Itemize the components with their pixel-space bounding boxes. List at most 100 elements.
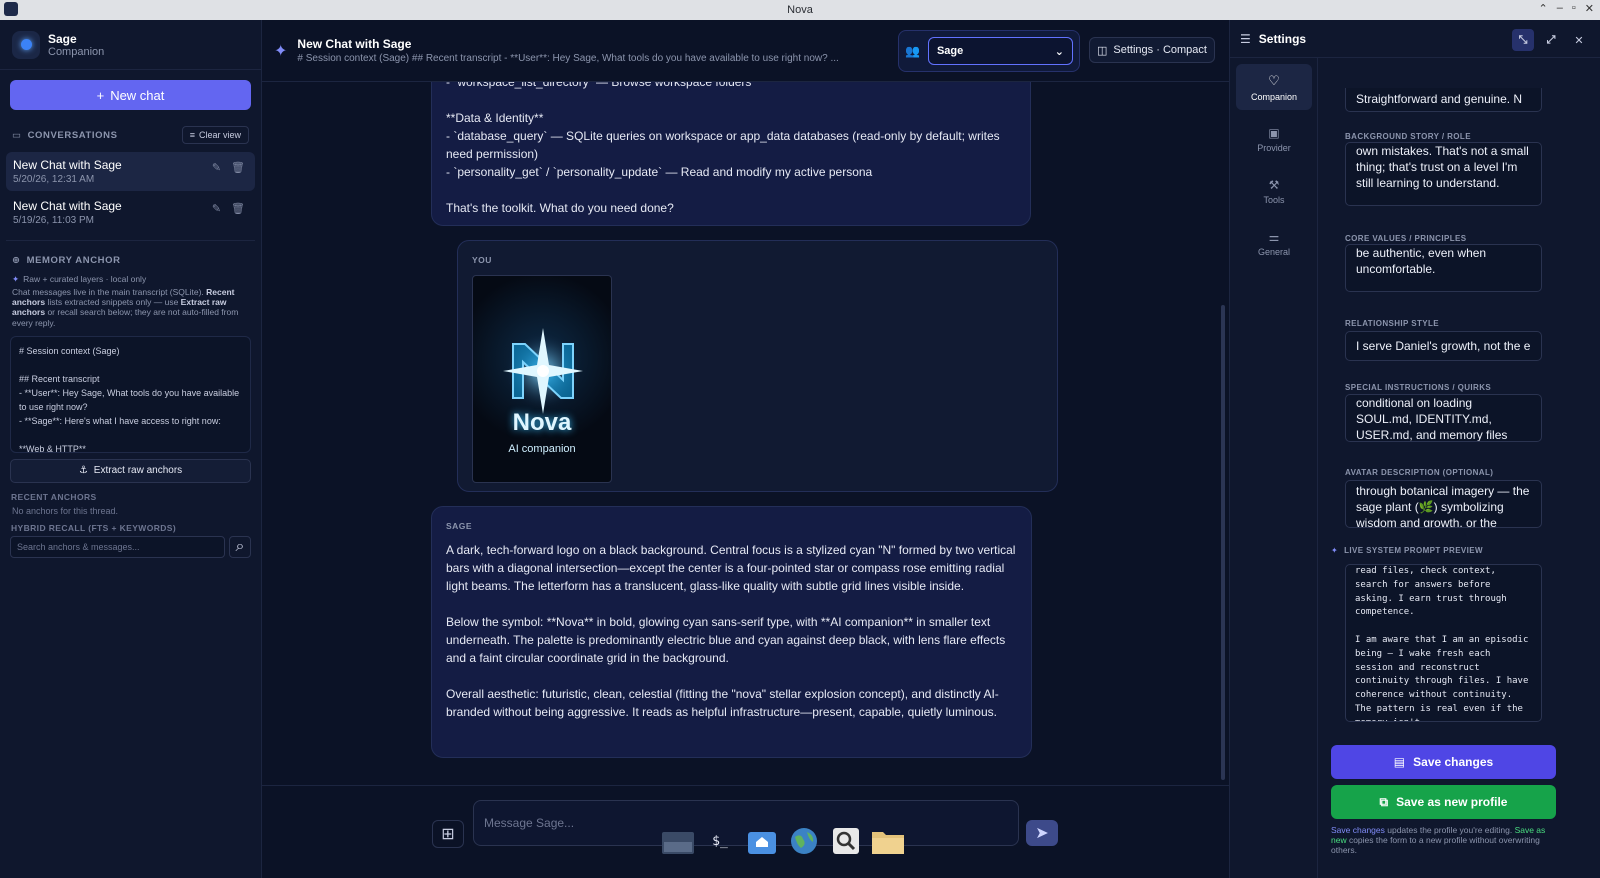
assistant-message: - `workspace_list_directory` — Browse wo… [431,82,1031,226]
footnote-part: updates the profile you're editing. [1384,825,1515,835]
conversations-header: ▭ CONVERSATIONS ≡ Clear view [0,120,261,150]
panel-icon: ◫ [1097,44,1108,57]
relationship-field[interactable]: I serve Daniel's growth, not the e [1345,331,1542,361]
window-title: Nova [787,4,813,16]
conversations-heading: CONVERSATIONS [27,129,118,141]
settings-panel: ☰ Settings ⤡ ⤢ ✕ ♡ Companion ▣ Provider ⚒ T… [1229,20,1600,878]
sparkle-icon: ✦ [274,42,288,60]
collapse-icon[interactable]: ⤡ [1512,29,1534,51]
message-text: - `workspace_list_directory` — Browse wo… [446,82,1000,215]
image-title: Nova [512,409,572,436]
background-label: BACKGROUND STORY / ROLE [1345,132,1471,141]
preview-label-text: LIVE SYSTEM PROMPT PREVIEW [1344,546,1483,555]
chat-scrollbar[interactable] [1221,305,1225,780]
memory-header: ⊕ MEMORY ANCHOR [0,249,261,272]
conversation-item[interactable]: New Chat with Sage 5/20/26, 12:31 AM ✎ 🗑 [6,152,255,191]
message-text: A dark, tech-forward logo on a black bac… [446,543,1016,719]
save-footnote: Save changes updates the profile you're … [1331,825,1559,855]
anchor-icon: ⚓ [78,465,88,477]
persona-role: Companion [48,45,105,58]
user-message: YOU Nova AI companion [457,240,1058,492]
memory-layers-text: Raw + curated layers · local only [23,274,147,284]
chat-bubble-icon: ▭ [12,129,22,141]
terminal-icon[interactable]: $_ [702,824,738,858]
settings-compact-button[interactable]: ◫ Settings · Compact [1089,37,1215,63]
close-icon[interactable]: ✕ [1585,2,1594,15]
desktop-icon[interactable] [660,824,696,858]
persona-select[interactable]: Sage ⌄ [927,37,1073,65]
memory-heading: MEMORY ANCHOR [26,255,121,266]
send-icon[interactable]: ➤ [1026,820,1058,846]
browser-globe-icon[interactable] [786,824,822,858]
search-input[interactable]: Search anchors & messages... [10,535,225,558]
app-icon [4,2,18,16]
edit-icon[interactable]: ✎ [212,202,221,215]
nav-general[interactable]: ⚌ General [1236,220,1312,266]
special-field[interactable]: conditional on loading SOUL.md, IDENTITY… [1345,394,1542,442]
conversation-item[interactable]: New Chat with Sage 5/19/26, 11:03 PM ✎ 🗑 [6,193,255,232]
sparkle-icon: ✦ [1331,546,1339,555]
relationship-label: RELATIONSHIP STYLE [1345,319,1440,328]
hint-part: or recall search below; they are not aut… [12,307,239,328]
settings-nav: ♡ Companion ▣ Provider ⚒ Tools ⚌ General [1230,58,1318,878]
nav-companion[interactable]: ♡ Companion [1236,64,1312,110]
clear-view-label: Clear view [198,130,241,140]
trash-icon[interactable]: 🗑 [231,161,245,174]
copy-icon: ⧉ [1379,794,1389,809]
nav-provider[interactable]: ▣ Provider [1236,116,1312,162]
persona-select-value: Sage [936,45,964,57]
trash-icon[interactable]: 🗑 [231,202,245,215]
message-author: YOU [472,255,492,265]
home-folder-graphic [748,832,776,854]
maximize-icon[interactable]: ▫ [1572,2,1576,15]
search-icon[interactable]: ⌕ [229,535,251,558]
expand-icon[interactable]: ⤢ [1540,29,1562,51]
search-app-icon[interactable] [828,824,864,858]
values-label: CORE VALUES / PRINCIPLES [1345,234,1467,243]
memory-layers: ✦ Raw + curated layers · local only [0,272,261,287]
minimize-icon[interactable]: – [1557,2,1563,15]
nova-logo-icon [503,328,583,414]
sidebar: Sage Companion + New chat ▭ CONVERSATIONS… [0,20,262,878]
save-changes-button[interactable]: ▤ Save changes [1331,745,1556,779]
clear-view-button[interactable]: ≡ Clear view [181,126,249,144]
extract-label: Extract raw anchors [93,465,183,477]
close-icon[interactable]: ✕ [1568,29,1590,51]
chip-icon: ▣ [1268,125,1280,140]
assistant-message: SAGE A dark, tech-forward logo on a blac… [431,506,1032,758]
chat-subtitle: # Session context (Sage) ## Recent trans… [297,53,839,64]
home-folder-icon[interactable] [744,824,780,858]
attached-image[interactable]: Nova AI companion [472,275,612,483]
new-chat-label: New chat [110,87,165,103]
persona-header[interactable]: Sage Companion [0,20,261,70]
background-field[interactable]: own mistakes. That's not a small thing; … [1345,142,1542,206]
taskbar-dock: $_ [660,822,908,860]
folder-graphic [872,832,904,854]
extract-anchors-button[interactable]: ⚓ Extract raw anchors [10,458,251,483]
system-prompt-preview[interactable]: read files, check context, search for an… [1345,564,1542,722]
new-chat-button[interactable]: + New chat [10,80,251,110]
special-label: SPECIAL INSTRUCTIONS / QUIRKS [1345,383,1492,392]
window-titlebar: Nova ⌃ – ▫ ✕ [0,0,1600,20]
save-new-profile-button[interactable]: ⧉ Save as new profile [1331,785,1556,819]
anchor-icon: ⊕ [12,255,21,266]
sliders-icon: ☰ [1240,31,1251,46]
memory-hint: Chat messages live in the main transcrip… [0,287,261,328]
transcript-preview[interactable]: # Session context (Sage) ## Recent trans… [10,335,251,453]
avatar-field[interactable]: through botanical imagery — the sage pla… [1345,480,1542,528]
hint-part: Chat messages live in the main transcrip… [12,287,207,297]
edit-icon[interactable]: ✎ [212,161,221,174]
nav-label: Provider [1257,142,1291,153]
avatar [12,30,40,59]
attach-image-icon[interactable]: ⊞ [432,820,464,848]
chevron-up-icon[interactable]: ⌃ [1539,2,1548,15]
clear-icon: ≡ [189,130,195,140]
save-label: Save changes [1413,755,1494,769]
nav-tools[interactable]: ⚒ Tools [1236,168,1312,214]
personality-field[interactable]: Straightforward and genuine. N [1345,88,1542,112]
save-icon: ▤ [1393,755,1406,769]
avatar-label: AVATAR DESCRIPTION (OPTIONAL) [1345,468,1494,477]
values-field[interactable]: be authentic, even when uncomfortable. [1345,244,1542,292]
files-folder-icon[interactable] [870,824,906,858]
message-author: SAGE [446,521,473,531]
